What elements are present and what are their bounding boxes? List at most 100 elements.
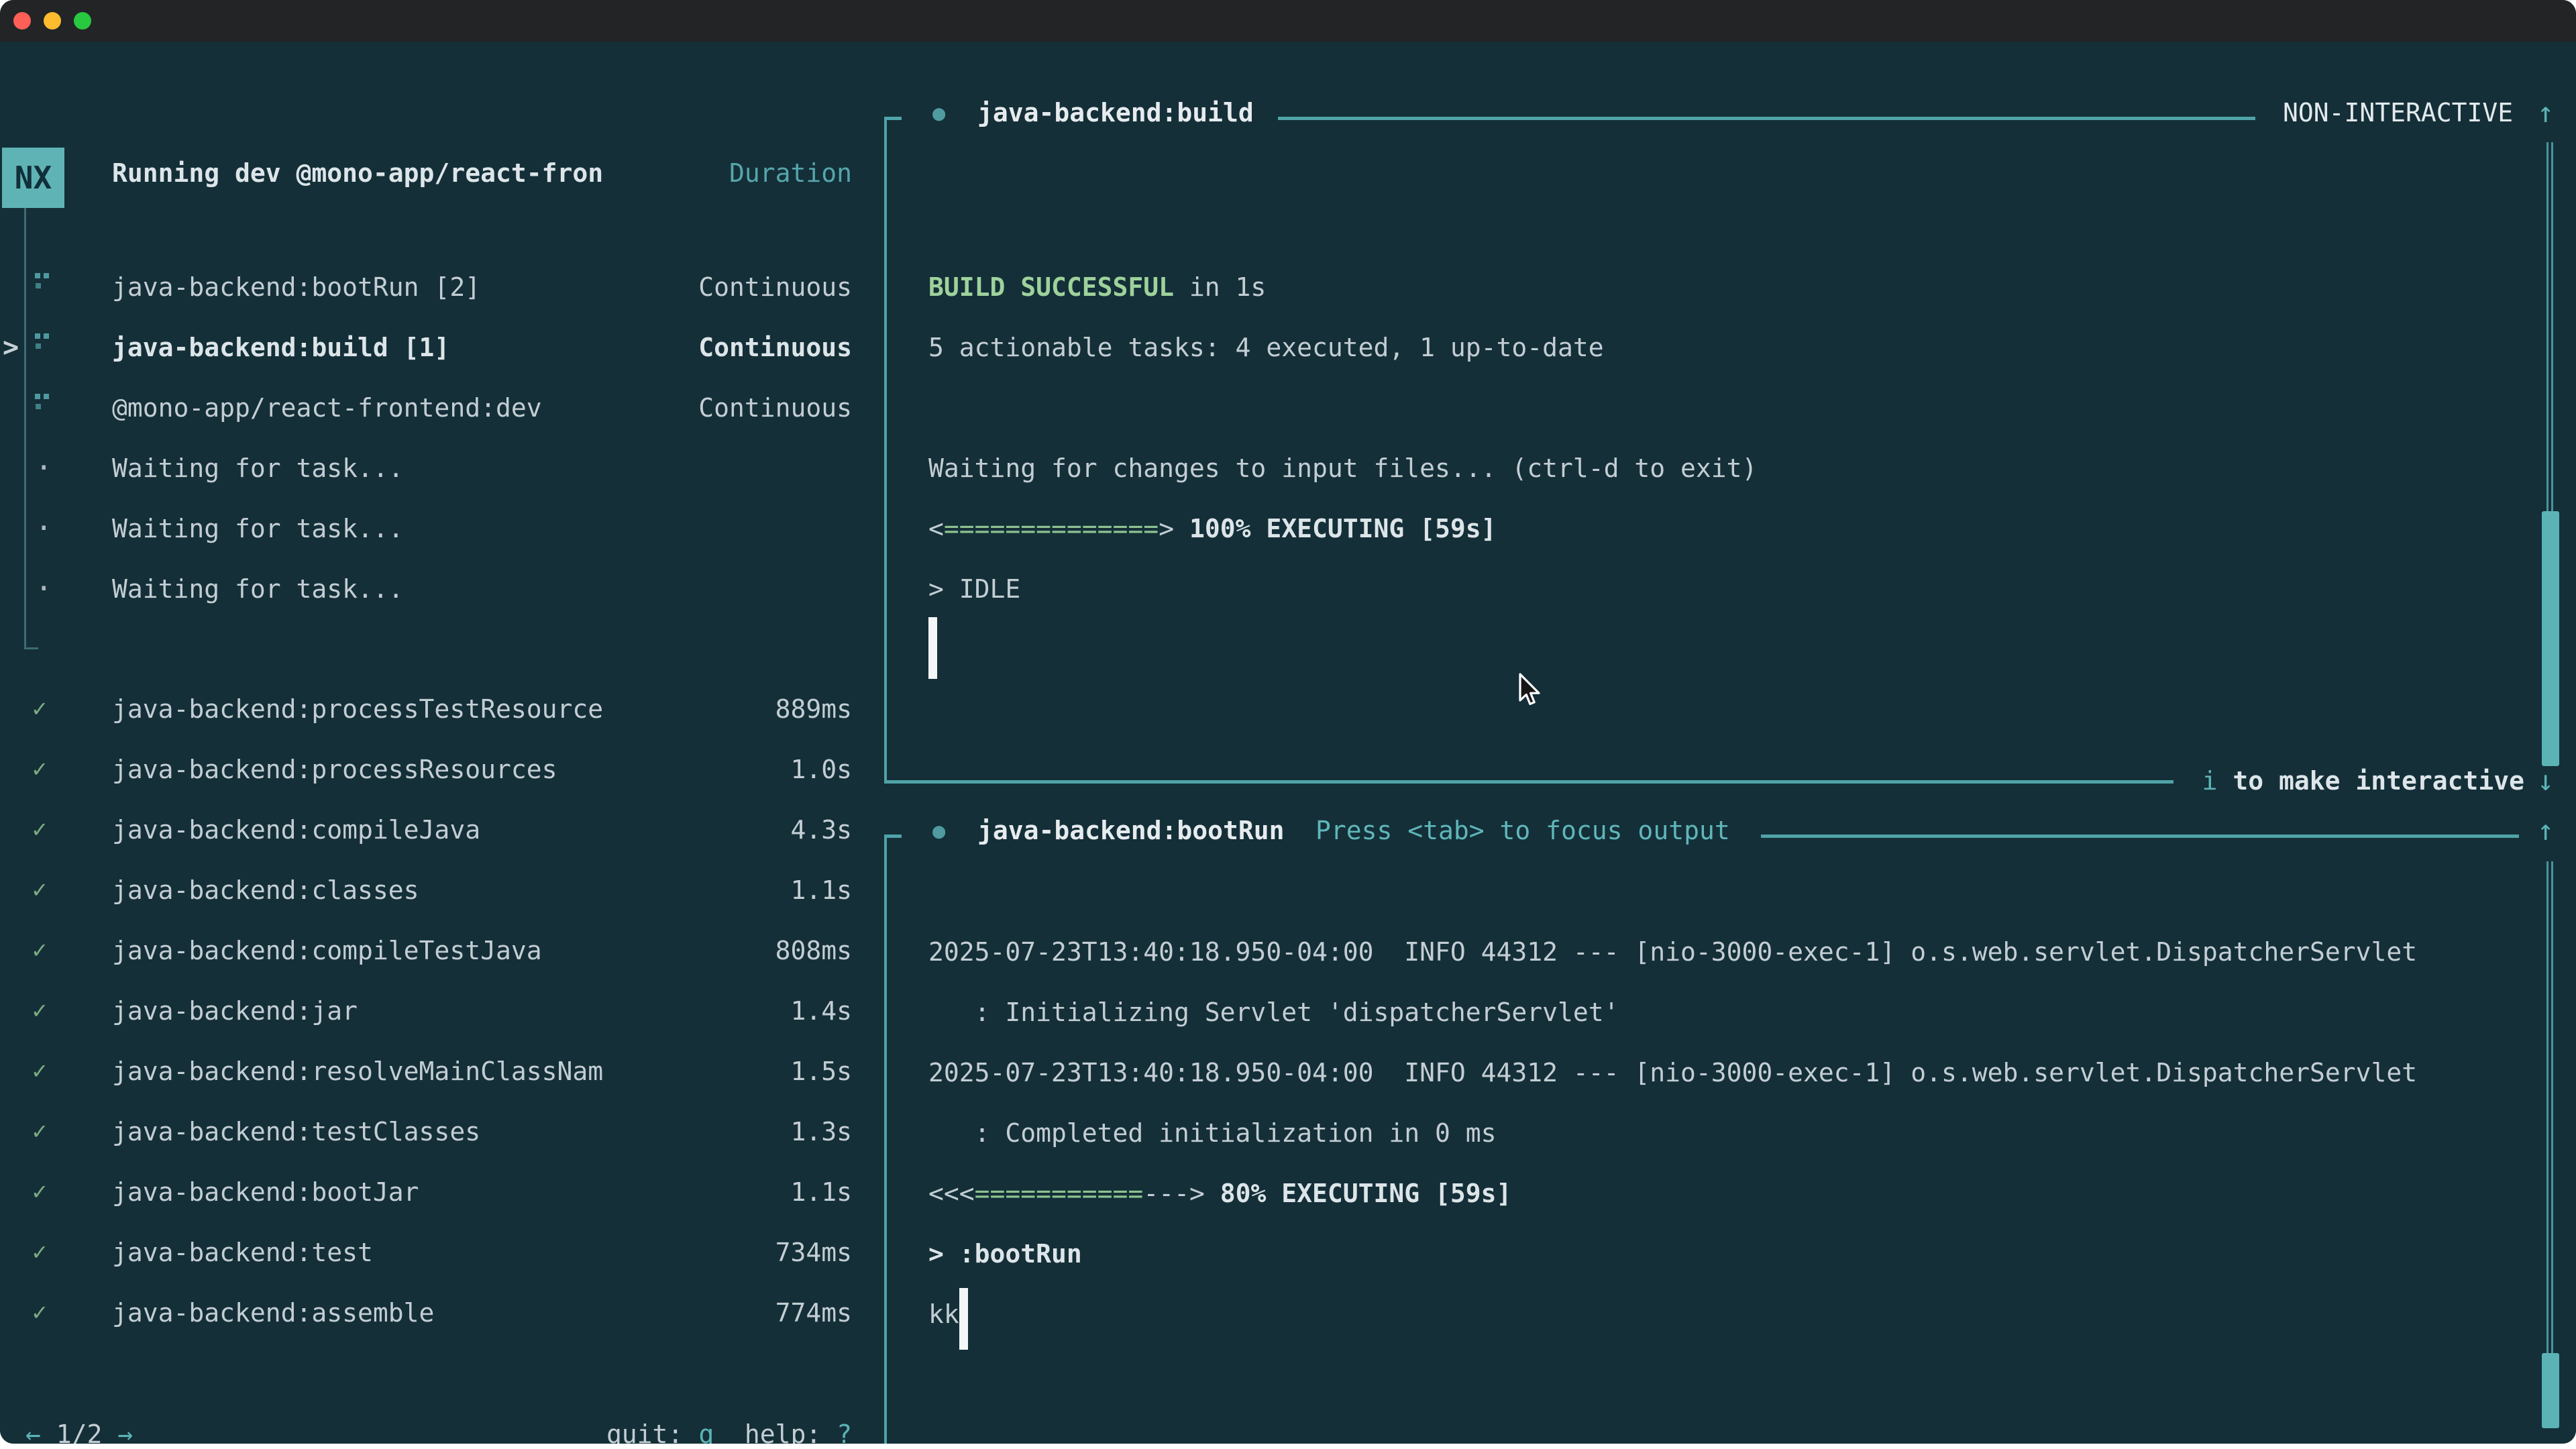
build-panel-header-rule	[1278, 117, 2255, 120]
task-name: java-backend:processResources	[112, 739, 557, 800]
progress-prefix: <	[928, 514, 944, 543]
nx-logo: NX	[2, 148, 64, 208]
build-panel-title: java-backend:build	[977, 83, 1254, 143]
bootrun-panel-left-border	[884, 835, 887, 1444]
task-duration: 1.3s	[637, 1102, 852, 1162]
page-number: 1/2	[56, 1419, 103, 1444]
task-tree-line	[24, 208, 26, 649]
progress-label: 100% EXECUTING [59s]	[1174, 514, 1496, 543]
check-icon: ✓	[32, 739, 72, 800]
progress-prefix: <<<	[928, 1179, 975, 1208]
task-duration: 4.3s	[637, 800, 852, 860]
keybind-hints: quit: q help: ?	[402, 1404, 852, 1444]
pagination[interactable]: ← 1/2 →	[25, 1404, 133, 1444]
spinner-icon	[35, 394, 55, 414]
bootrun-panel-title: java-backend:bootRun	[977, 800, 1285, 861]
zoom-window-icon[interactable]	[74, 12, 91, 30]
build-tasks-summary: 5 actionable tasks: 4 executed, 1 up-to-…	[928, 317, 1604, 378]
check-icon: ✓	[32, 920, 72, 981]
task-name: java-backend:compileTestJava	[112, 920, 542, 981]
bootrun-panel-header-rule	[1761, 835, 2519, 838]
panel-bullet-icon: ●	[932, 800, 945, 861]
panel-bullet-icon: ●	[932, 83, 945, 143]
screen: NX Running dev @mono-app/react-fron Dura…	[0, 0, 2576, 1449]
bootrun-panel-scrollbar-track[interactable]	[2546, 861, 2553, 1353]
terminal-cursor	[959, 1288, 968, 1350]
duration-column-header: Duration	[637, 143, 852, 203]
mouse-cursor-icon	[1517, 673, 1544, 709]
check-icon: ✓	[32, 860, 72, 920]
progress-label: 80% EXECUTING [59s]	[1205, 1179, 1512, 1208]
task-duration: 734ms	[637, 1222, 852, 1283]
task-duration: 1.5s	[637, 1041, 852, 1102]
task-duration: 889ms	[637, 679, 852, 739]
scroll-up-icon[interactable]: ↑	[2537, 800, 2554, 861]
task-name: java-backend:processTestResource	[112, 679, 603, 739]
task-status: Continuous	[637, 257, 852, 317]
task-name: java-backend:bootRun [2]	[112, 257, 480, 317]
spinner-icon	[35, 273, 55, 293]
task-list-title: Running dev @mono-app/react-fron	[112, 143, 603, 203]
check-icon: ✓	[32, 1222, 72, 1283]
quit-label: quit:	[606, 1419, 698, 1444]
quit-key[interactable]: q	[698, 1419, 714, 1444]
task-name: java-backend:test	[112, 1222, 373, 1283]
task-name: @mono-app/react-frontend:dev	[112, 378, 542, 438]
minimize-window-icon[interactable]	[44, 12, 61, 30]
help-label: help:	[714, 1419, 837, 1444]
check-icon: ✓	[32, 1102, 72, 1162]
task-name: java-backend:build [1]	[112, 317, 449, 378]
check-icon: ✓	[32, 1041, 72, 1102]
page-left-icon[interactable]: ←	[25, 1419, 41, 1444]
bootrun-panel-scrollbar-thumb[interactable]	[2542, 1353, 2559, 1428]
build-progress-bar: <==============> 100% EXECUTING [59s]	[928, 498, 1497, 559]
progress-fill: ===========	[975, 1179, 1144, 1208]
page-right-icon[interactable]: →	[117, 1419, 133, 1444]
scroll-up-icon[interactable]: ↑	[2537, 83, 2554, 143]
terminal-cursor	[928, 617, 937, 679]
check-icon: ✓	[32, 1283, 72, 1343]
task-name: java-backend:jar	[112, 981, 358, 1041]
bootrun-progress-bar: <<<===========---> 80% EXECUTING [59s]	[928, 1163, 1511, 1224]
close-window-icon[interactable]	[13, 12, 31, 30]
build-panel-mode-label: NON-INTERACTIVE	[2283, 83, 2513, 143]
progress-fill: ==============	[944, 514, 1159, 543]
task-name: java-backend:compileJava	[112, 800, 480, 860]
task-duration: 774ms	[637, 1283, 852, 1343]
build-panel-bottom-rule	[884, 780, 2174, 784]
bootrun-prompt-line: > :bootRun	[928, 1224, 1082, 1284]
task-tree-corner	[24, 647, 38, 649]
task-name: java-backend:classes	[112, 860, 419, 920]
check-icon: ✓	[32, 800, 72, 860]
task-name: java-backend:resolveMainClassNam	[112, 1041, 603, 1102]
progress-suffix: >	[1159, 514, 1174, 543]
waiting-label: Waiting for task...	[112, 438, 404, 498]
task-duration: 808ms	[637, 920, 852, 981]
page-indicator	[41, 1419, 56, 1444]
task-name: java-backend:testClasses	[112, 1102, 480, 1162]
build-waiting-line: Waiting for changes to input files... (c…	[928, 438, 1757, 498]
waiting-label: Waiting for task...	[112, 559, 404, 619]
interactive-hint: i to make interactive	[2012, 751, 2524, 811]
focus-output-hint: Press <tab> to focus output	[1316, 800, 1730, 861]
task-duration: 1.1s	[637, 860, 852, 920]
bootrun-input-text[interactable]: kk	[928, 1284, 959, 1344]
check-icon: ✓	[32, 981, 72, 1041]
window-titlebar[interactable]	[0, 0, 2576, 42]
task-duration: 1.1s	[637, 1162, 852, 1222]
build-panel-scrollbar-thumb[interactable]	[2542, 511, 2559, 766]
build-successful-text: BUILD SUCCESSFUL	[928, 272, 1174, 302]
build-success-time: in 1s	[1174, 272, 1266, 302]
terminal-window: NX Running dev @mono-app/react-fron Dura…	[0, 0, 2576, 1444]
task-name: java-backend:bootJar	[112, 1162, 419, 1222]
waiting-dot-icon: ·	[35, 559, 75, 619]
terminal-content: NX Running dev @mono-app/react-fron Dura…	[0, 42, 2576, 1444]
interactive-hint-key[interactable]: i	[2202, 766, 2218, 796]
waiting-label: Waiting for task...	[112, 498, 404, 559]
build-panel-scrollbar-track[interactable]	[2546, 142, 2553, 511]
spinner-icon	[35, 333, 55, 354]
waiting-dot-icon: ·	[35, 438, 75, 498]
help-key[interactable]: ?	[837, 1419, 852, 1444]
task-status: Continuous	[637, 378, 852, 438]
check-icon: ✓	[32, 679, 72, 739]
